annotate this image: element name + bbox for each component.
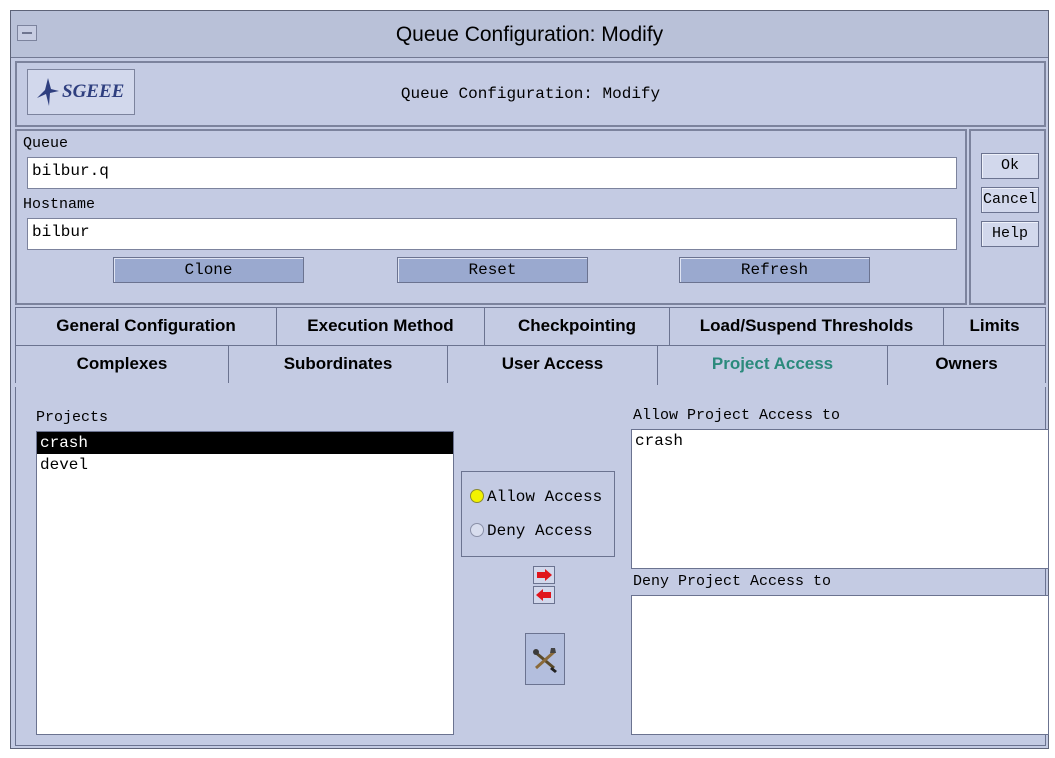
tab-row-2: Complexes Subordinates User Access Proje…: [15, 345, 1046, 385]
deny-access-radio[interactable]: Deny Access: [470, 522, 593, 540]
dialog-header: SGEEE Queue Configuration: Modify: [15, 61, 1046, 127]
list-item[interactable]: crash: [632, 430, 1048, 452]
tab-checkpointing[interactable]: Checkpointing: [484, 307, 670, 345]
remove-project-button[interactable]: [533, 586, 555, 604]
list-item[interactable]: crash: [37, 432, 453, 454]
help-button[interactable]: Help: [981, 221, 1039, 247]
cancel-button[interactable]: Cancel: [981, 187, 1039, 213]
dialog-subtitle: Queue Configuration: Modify: [400, 85, 661, 103]
deny-list-label: Deny Project Access to: [633, 573, 832, 590]
window-title: Queue Configuration: Modify: [395, 23, 664, 46]
list-item[interactable]: devel: [37, 454, 453, 476]
tab-owners[interactable]: Owners: [887, 345, 1046, 383]
access-radio-group: Allow Access Deny Access: [461, 471, 615, 557]
queue-input[interactable]: bilbur.q: [27, 157, 957, 189]
allow-access-label: Allow Access: [487, 488, 603, 506]
arrow-right-icon: [537, 569, 552, 581]
tool-button[interactable]: [525, 633, 565, 685]
queue-config-window: Queue Configuration: Modify SGEEE Queue …: [10, 10, 1049, 749]
projects-list[interactable]: crash devel: [36, 431, 454, 735]
radio-on-icon: [470, 489, 484, 503]
title-bar[interactable]: Queue Configuration: Modify: [11, 11, 1048, 58]
tab-general-configuration[interactable]: General Configuration: [15, 307, 277, 345]
allow-list-label: Allow Project Access to: [633, 407, 841, 424]
arrow-left-icon: [536, 589, 551, 601]
tab-row-1: General Configuration Execution Method C…: [15, 307, 1046, 345]
tab-project-access[interactable]: Project Access: [657, 345, 888, 385]
add-project-button[interactable]: [533, 566, 555, 584]
radio-off-icon: [470, 523, 484, 537]
tab-complexes[interactable]: Complexes: [15, 345, 229, 383]
allow-project-list[interactable]: crash: [631, 429, 1049, 569]
clone-button[interactable]: Clone: [113, 257, 304, 283]
tab-subordinates[interactable]: Subordinates: [228, 345, 448, 383]
tab-limits[interactable]: Limits: [943, 307, 1046, 345]
queue-label: Queue: [23, 135, 69, 152]
project-access-panel: Projects crash devel Allow Access Deny A…: [15, 387, 1049, 746]
tab-execution-method[interactable]: Execution Method: [276, 307, 485, 345]
side-button-panel: Ok Cancel Help: [969, 129, 1046, 305]
deny-access-label: Deny Access: [487, 522, 593, 540]
hostname-label: Hostname: [23, 196, 96, 213]
ok-button[interactable]: Ok: [981, 153, 1039, 179]
hostname-input[interactable]: bilbur: [27, 218, 957, 250]
tab-load-suspend-thresholds[interactable]: Load/Suspend Thresholds: [669, 307, 944, 345]
wrench-tool-icon: [533, 648, 557, 673]
allow-access-radio[interactable]: Allow Access: [470, 488, 602, 506]
projects-label: Projects: [36, 409, 109, 426]
deny-project-list[interactable]: [631, 595, 1049, 735]
refresh-button[interactable]: Refresh: [679, 257, 870, 283]
tab-user-access[interactable]: User Access: [447, 345, 658, 383]
queue-form: Queue bilbur.q Hostname bilbur Clone Res…: [15, 129, 967, 305]
reset-button[interactable]: Reset: [397, 257, 588, 283]
